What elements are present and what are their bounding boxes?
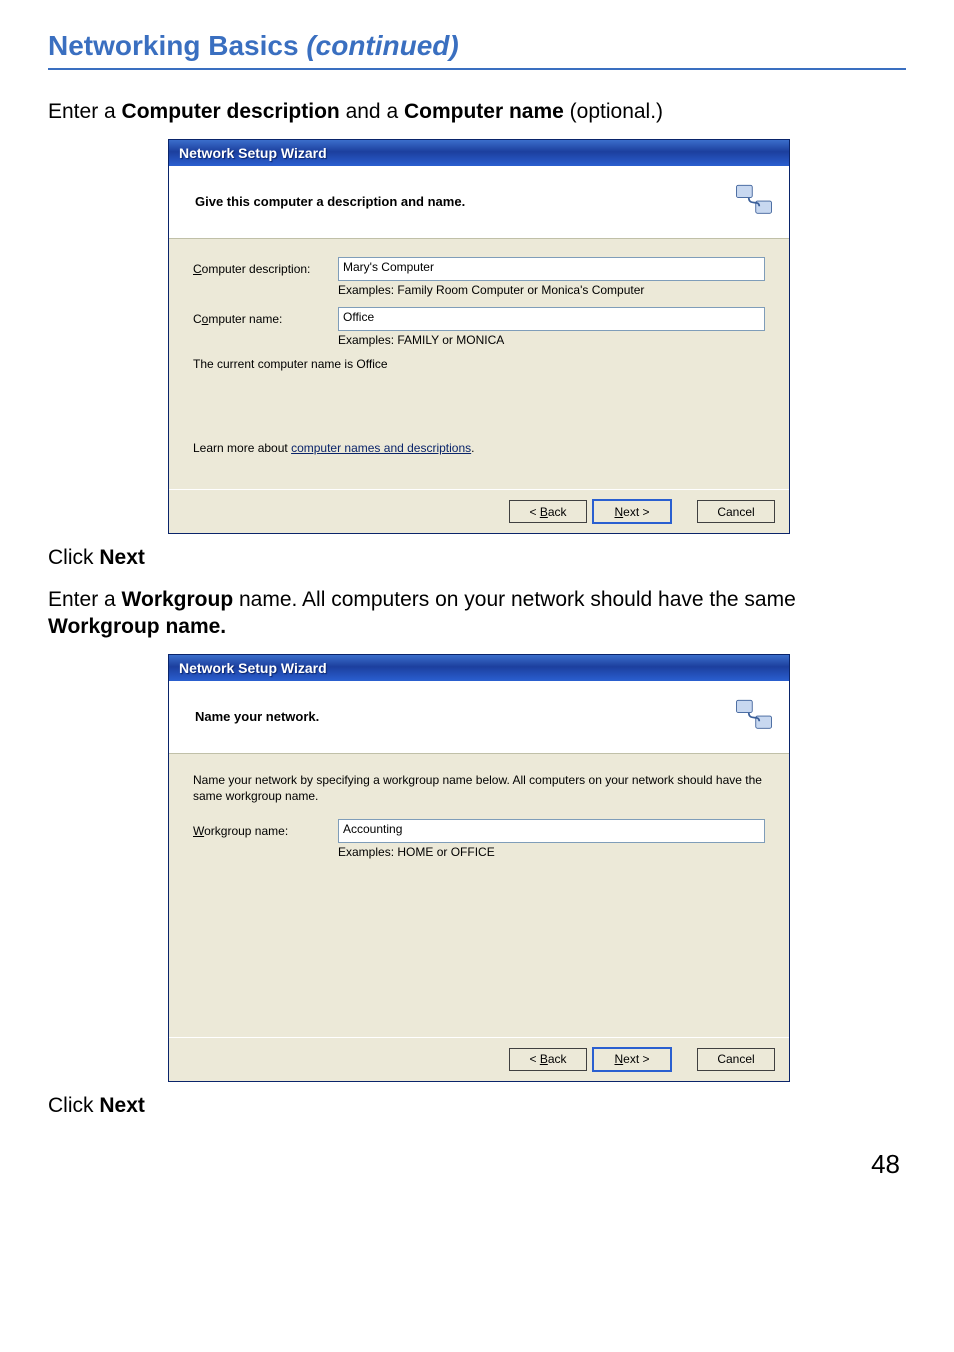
workgroup-name-input[interactable]: Accounting <box>338 819 765 843</box>
desc-example: Examples: Family Room Computer or Monica… <box>338 283 765 297</box>
page-title: Networking Basics (continued) <box>48 30 906 62</box>
wizard1-header: Give this computer a description and nam… <box>169 166 789 239</box>
back-button[interactable]: < Back <box>509 1048 587 1071</box>
learn-link[interactable]: computer names and descriptions <box>291 441 471 455</box>
wizard2-header-text: Name your network. <box>195 709 733 724</box>
title-rule <box>48 68 906 70</box>
instruction-1: Enter a Computer description and a Compu… <box>48 98 906 125</box>
click-next-2: Click Next <box>48 1092 906 1119</box>
back-button[interactable]: < Back <box>509 500 587 523</box>
wizard1-footer: < Back Next > Cancel <box>169 489 789 533</box>
computer-description-input[interactable]: Mary's Computer <box>338 257 765 281</box>
learn-more: Learn more about computer names and desc… <box>193 441 765 455</box>
wizard-workgroup: Network Setup Wizard Name your network. … <box>168 654 790 1081</box>
network-icon <box>733 695 775 737</box>
computer-name-input[interactable]: Office <box>338 307 765 331</box>
name-label: Computer name: <box>193 312 338 326</box>
wizard2-titlebar: Network Setup Wizard <box>169 655 789 681</box>
cancel-button[interactable]: Cancel <box>697 500 775 523</box>
current-name: The current computer name is Office <box>193 357 765 371</box>
wizard2-footer: < Back Next > Cancel <box>169 1037 789 1081</box>
wizard1-panel: Computer description: Mary's Computer Ex… <box>169 239 789 489</box>
desc-label: Computer description: <box>193 262 338 276</box>
click-next-1: Click Next <box>48 544 906 571</box>
next-button[interactable]: Next > <box>593 1048 671 1071</box>
instruction-2: Enter a Workgroup name. All computers on… <box>48 586 906 641</box>
name-example: Examples: FAMILY or MONICA <box>338 333 765 347</box>
workgroup-label: Workgroup name: <box>193 824 338 838</box>
wizard-computer-name: Network Setup Wizard Give this computer … <box>168 139 790 534</box>
workgroup-example: Examples: HOME or OFFICE <box>338 845 765 859</box>
next-button[interactable]: Next > <box>593 500 671 523</box>
page-number: 48 <box>48 1149 906 1180</box>
wizard2-header: Name your network. <box>169 681 789 754</box>
wizard1-titlebar: Network Setup Wizard <box>169 140 789 166</box>
wizard2-instructions: Name your network by specifying a workgr… <box>193 772 765 804</box>
wizard2-panel: Name your network by specifying a workgr… <box>169 754 789 1036</box>
network-icon <box>733 180 775 222</box>
wizard1-header-text: Give this computer a description and nam… <box>195 194 733 209</box>
cancel-button[interactable]: Cancel <box>697 1048 775 1071</box>
